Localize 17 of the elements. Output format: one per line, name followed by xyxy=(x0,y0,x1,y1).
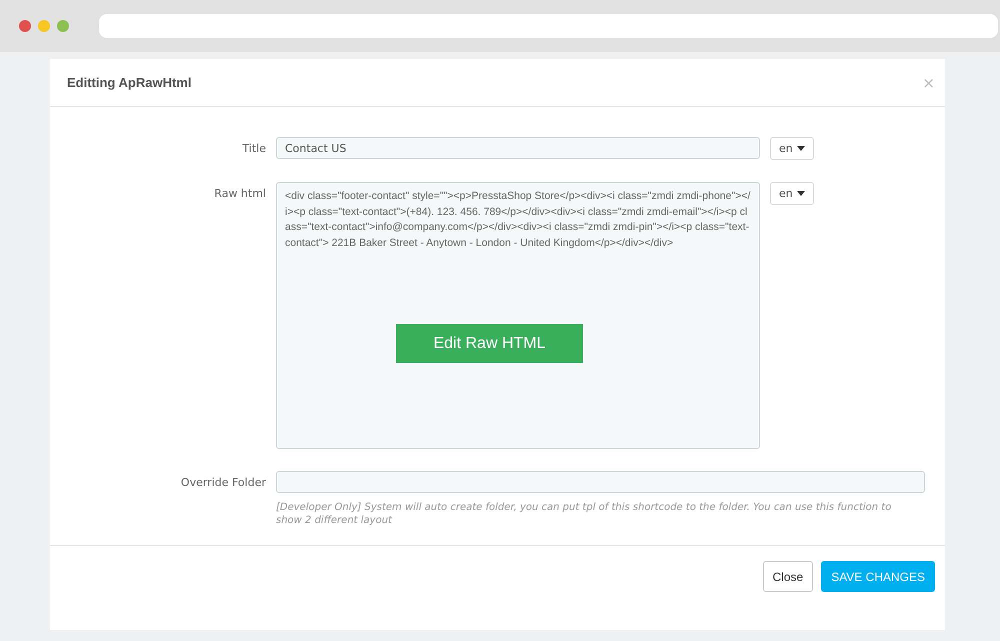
code-textarea[interactable]: <div class="footer-contact" style=""><p>PresstaShop Store</p><div><i class="zmdi zmdi-phone"></i><p class="text-contact">(+84). 123. 456. 789</p></div><div><i class="zmdi zmdi-email"></i><p class="text-contact">info@company.com</p></div><div><i class="zmdi zmdi-pin"></i><p class="text-contact"> 221B Baker Street - Anytown - London - United Kingdom</p></div></div> Edit Raw HTML xyxy=(276,182,760,449)
field-label: Override Folder xyxy=(180,475,267,489)
maximize-dot-icon[interactable] xyxy=(57,20,69,32)
language-dropdown[interactable]: en xyxy=(770,137,814,160)
help-text: [Developer Only] System will auto create folder, you can put tpl of this shortcode to the folder. You can use this function to show 2 different layout xyxy=(276,501,892,527)
minimize-dot-icon[interactable] xyxy=(38,20,50,32)
modal-title: Editting ApRawHtml xyxy=(67,75,192,90)
close-button[interactable]: Close xyxy=(762,561,814,592)
caret-icon xyxy=(796,191,805,196)
field-label: Title xyxy=(241,141,267,155)
field-label: Raw html xyxy=(213,186,267,200)
close-dot-icon[interactable] xyxy=(19,20,31,32)
address-bar[interactable] xyxy=(99,14,998,38)
caret-icon xyxy=(796,146,805,151)
folder-field[interactable] xyxy=(276,471,925,493)
language-dropdown[interactable]: en xyxy=(770,182,814,205)
title-field[interactable]: Contact US xyxy=(276,137,760,159)
